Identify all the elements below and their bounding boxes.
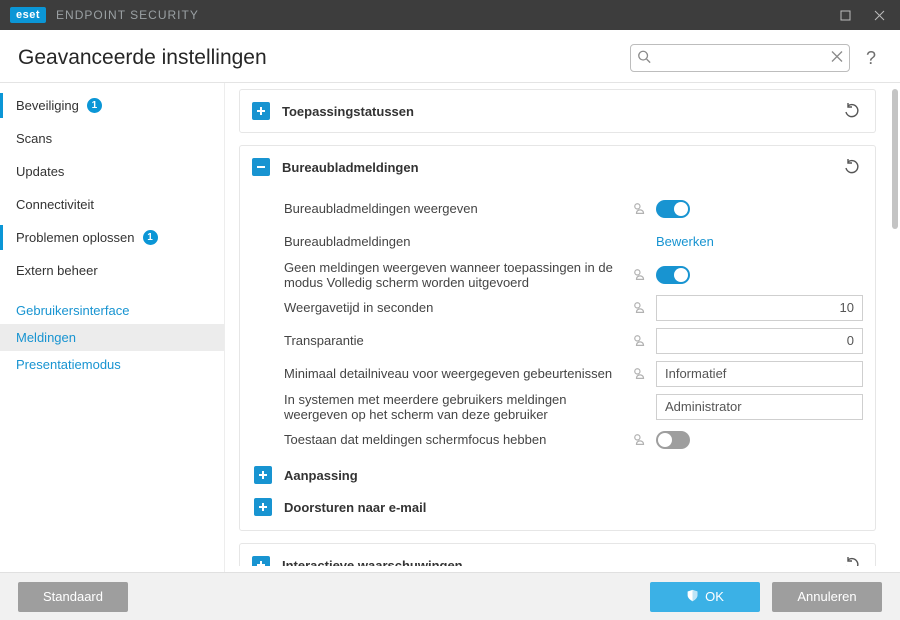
- cancel-button[interactable]: Annuleren: [772, 582, 882, 612]
- clear-search-icon[interactable]: [831, 51, 843, 66]
- sidebar-sub-ui[interactable]: Gebruikersinterface: [0, 297, 224, 324]
- sidebar: Beveiliging 1 Scans Updates Connectivite…: [0, 83, 225, 572]
- collapse-icon: [252, 158, 270, 176]
- verbosity-select[interactable]: [656, 361, 863, 387]
- content-scroll: Toepassingstatussen Bureaubladmeldingen: [239, 89, 880, 566]
- row-label: Geen meldingen weergeven wanneer toepass…: [284, 260, 624, 290]
- row-fullscreen-suppress: Geen meldingen weergeven wanneer toepass…: [284, 258, 863, 291]
- policy-icon: [632, 202, 648, 216]
- revert-icon[interactable]: [841, 100, 863, 122]
- policy-icon: [632, 301, 648, 315]
- expand-icon: [254, 466, 272, 484]
- toggle-fullscreen-suppress[interactable]: [656, 266, 690, 284]
- policy-icon: [632, 433, 648, 447]
- shield-icon: [686, 589, 699, 605]
- brand-badge: eset: [10, 7, 46, 23]
- sidebar-item-label: Extern beheer: [16, 263, 98, 278]
- row-label: Bureaubladmeldingen: [284, 234, 624, 249]
- sidebar-sub-presentation[interactable]: Presentatiemodus: [0, 351, 224, 378]
- sidebar-item-label: Scans: [16, 131, 52, 146]
- ok-button[interactable]: OK: [650, 582, 760, 612]
- revert-icon[interactable]: [841, 554, 863, 566]
- expand-icon: [252, 556, 270, 566]
- panel-title: Interactieve waarschuwingen: [282, 558, 463, 567]
- page-title: Geavanceerde instellingen: [18, 46, 267, 70]
- sidebar-item-label: Updates: [16, 164, 64, 179]
- duration-input[interactable]: [656, 295, 863, 321]
- multiuser-input[interactable]: [656, 394, 863, 420]
- sidebar-item-updates[interactable]: Updates: [0, 155, 224, 188]
- subpanel-forward-email[interactable]: Doorsturen naar e-mail: [254, 488, 863, 520]
- row-label: Minimaal detailniveau voor weergegeven g…: [284, 366, 624, 381]
- sidebar-item-troubleshoot[interactable]: Problemen oplossen 1: [0, 221, 224, 254]
- panel-body-desktop: Bureaubladmeldingen weergeven Bureaublad…: [240, 188, 875, 530]
- toggle-show-notifications[interactable]: [656, 200, 690, 218]
- sidebar-item-remote-mgmt[interactable]: Extern beheer: [0, 254, 224, 287]
- subpanel-customization[interactable]: Aanpassing: [254, 456, 863, 488]
- policy-icon: [632, 334, 648, 348]
- panel-title: Toepassingstatussen: [282, 104, 414, 119]
- panel-head-desktop[interactable]: Bureaubladmeldingen: [240, 146, 875, 188]
- expand-icon: [254, 498, 272, 516]
- header: Geavanceerde instellingen ?: [0, 30, 900, 82]
- row-transparency: Transparantie: [284, 324, 863, 357]
- sidebar-sub-notifications[interactable]: Meldingen: [0, 324, 224, 351]
- transparency-input[interactable]: [656, 328, 863, 354]
- panel-head-interactive[interactable]: Interactieve waarschuwingen: [240, 544, 875, 566]
- expand-icon: [252, 102, 270, 120]
- footer: Standaard OK Annuleren: [0, 572, 900, 620]
- search-wrap: [630, 44, 850, 72]
- policy-icon: [632, 268, 648, 282]
- sidebar-item-badge: 1: [143, 230, 158, 245]
- subpanel-title: Doorsturen naar e-mail: [284, 500, 426, 515]
- sidebar-item-badge: 1: [87, 98, 102, 113]
- policy-icon: [632, 367, 648, 381]
- search-input[interactable]: [630, 44, 850, 72]
- row-label: Toestaan dat meldingen schermfocus hebbe…: [284, 432, 624, 447]
- edit-link[interactable]: Bewerken: [656, 234, 714, 249]
- default-button[interactable]: Standaard: [18, 582, 128, 612]
- sidebar-item-connectivity[interactable]: Connectiviteit: [0, 188, 224, 221]
- row-label: Weergavetijd in seconden: [284, 300, 624, 315]
- toggle-focus[interactable]: [656, 431, 690, 449]
- main: Beveiliging 1 Scans Updates Connectivite…: [0, 82, 900, 572]
- close-button[interactable]: [862, 0, 896, 30]
- panel-title: Bureaubladmeldingen: [282, 160, 419, 175]
- scrollbar-thumb[interactable]: [892, 89, 898, 229]
- row-label: In systemen met meerdere gebruikers meld…: [284, 392, 624, 422]
- row-show-notifications: Bureaubladmeldingen weergeven: [284, 192, 863, 225]
- title-bar: eset ENDPOINT SECURITY: [0, 0, 900, 30]
- content: Toepassingstatussen Bureaubladmeldingen: [225, 83, 900, 572]
- panel-head-app-statuses[interactable]: Toepassingstatussen: [240, 90, 875, 132]
- sidebar-item-scans[interactable]: Scans: [0, 122, 224, 155]
- sidebar-item-label: Beveiliging: [16, 98, 79, 113]
- help-button[interactable]: ?: [860, 48, 882, 69]
- sidebar-item-security[interactable]: Beveiliging 1: [0, 89, 224, 122]
- row-verbosity: Minimaal detailniveau voor weergegeven g…: [284, 357, 863, 390]
- row-focus: Toestaan dat meldingen schermfocus hebbe…: [284, 423, 863, 456]
- product-name: ENDPOINT SECURITY: [56, 8, 199, 22]
- sidebar-item-label: Connectiviteit: [16, 197, 94, 212]
- subpanel-title: Aanpassing: [284, 468, 358, 483]
- row-multiuser: In systemen met meerdere gebruikers meld…: [284, 390, 863, 423]
- panel-interactive-alerts: Interactieve waarschuwingen: [239, 543, 876, 566]
- row-duration: Weergavetijd in seconden: [284, 291, 863, 324]
- row-label: Transparantie: [284, 333, 624, 348]
- sidebar-item-label: Problemen oplossen: [16, 230, 135, 245]
- panel-app-statuses: Toepassingstatussen: [239, 89, 876, 133]
- row-label: Bureaubladmeldingen weergeven: [284, 201, 624, 216]
- ok-label: OK: [705, 589, 724, 604]
- panel-desktop-notifications: Bureaubladmeldingen Bureaubladmeldingen …: [239, 145, 876, 531]
- revert-icon[interactable]: [841, 156, 863, 178]
- maximize-button[interactable]: [828, 0, 862, 30]
- row-config-notifications: Bureaubladmeldingen Bewerken: [284, 225, 863, 258]
